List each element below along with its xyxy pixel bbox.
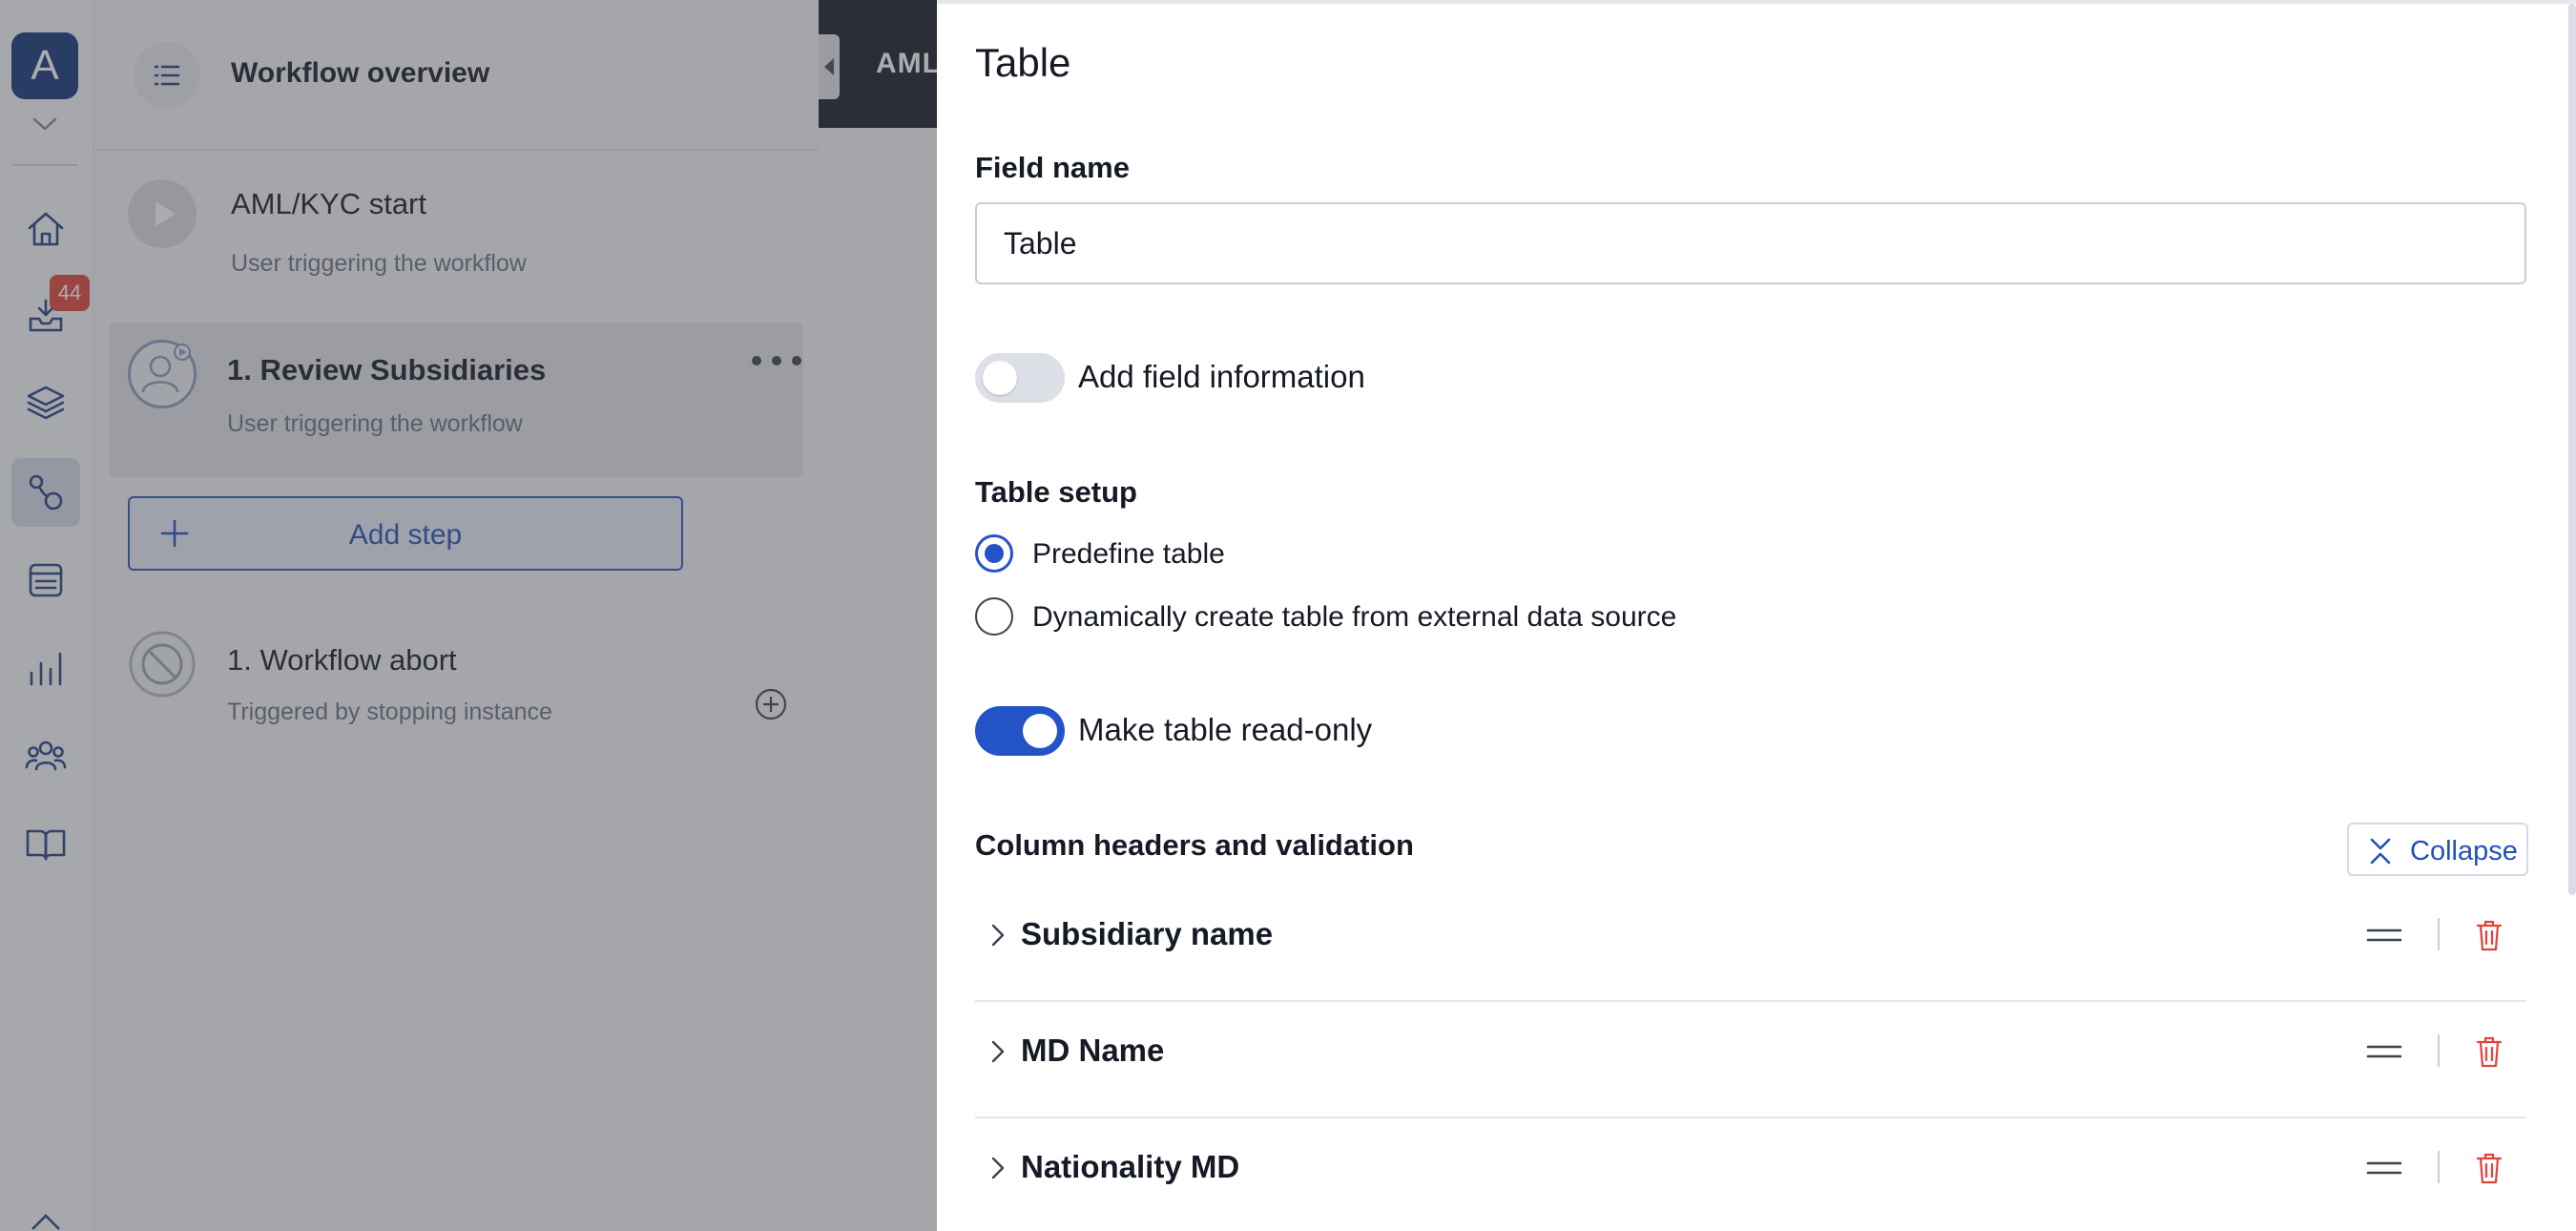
radio-predefine-table[interactable] [975, 534, 1013, 573]
trash-icon[interactable] [2475, 1034, 2503, 1069]
divider [2438, 1034, 2440, 1067]
drag-handle-icon[interactable] [2366, 924, 2402, 947]
column-row[interactable]: MD Name [975, 1002, 2526, 1118]
divider [2438, 918, 2440, 950]
add-field-info-label: Add field information [1078, 359, 1365, 394]
chevron-right-icon[interactable] [985, 920, 1011, 950]
table-setup-label: Table setup [975, 475, 1137, 509]
panel-title: Table [975, 40, 1071, 85]
read-only-label: Make table read-only [1078, 712, 1373, 747]
drag-handle-icon[interactable] [2366, 1040, 2402, 1063]
radio-dynamic-table[interactable] [975, 597, 1013, 636]
column-row[interactable]: Nationality MD [975, 1118, 2526, 1231]
trash-icon[interactable] [2475, 918, 2503, 952]
chevron-right-icon[interactable] [985, 1036, 1011, 1067]
modal-backdrop[interactable] [0, 0, 937, 1231]
column-row[interactable]: Subsidiary name [975, 886, 2526, 1002]
divider [2438, 1151, 2440, 1183]
column-name: Nationality MD [1021, 1149, 1240, 1184]
field-name-input[interactable] [975, 202, 2526, 284]
trash-icon[interactable] [2475, 1151, 2503, 1185]
radio-dynamic-label[interactable]: Dynamically create table from external d… [1032, 601, 1676, 634]
add-field-info-toggle[interactable] [975, 353, 1065, 403]
panel-scrollbar[interactable] [2568, 4, 2576, 895]
collapse-label: Collapse [2410, 836, 2518, 866]
column-name: MD Name [1021, 1033, 1165, 1068]
column-name: Subsidiary name [1021, 916, 1274, 951]
field-settings-panel: Table Field name Add field information T… [937, 0, 2576, 1231]
read-only-toggle[interactable] [975, 706, 1065, 756]
drag-handle-icon[interactable] [2366, 1157, 2402, 1179]
radio-predefine-label[interactable]: Predefine table [1032, 538, 1225, 571]
chevron-right-icon[interactable] [985, 1153, 1011, 1183]
collapse-button[interactable]: Collapse [2347, 823, 2528, 876]
collapse-icon [2370, 838, 2391, 865]
columns-section-label: Column headers and validation [975, 828, 1414, 862]
field-name-label: Field name [975, 151, 1130, 184]
